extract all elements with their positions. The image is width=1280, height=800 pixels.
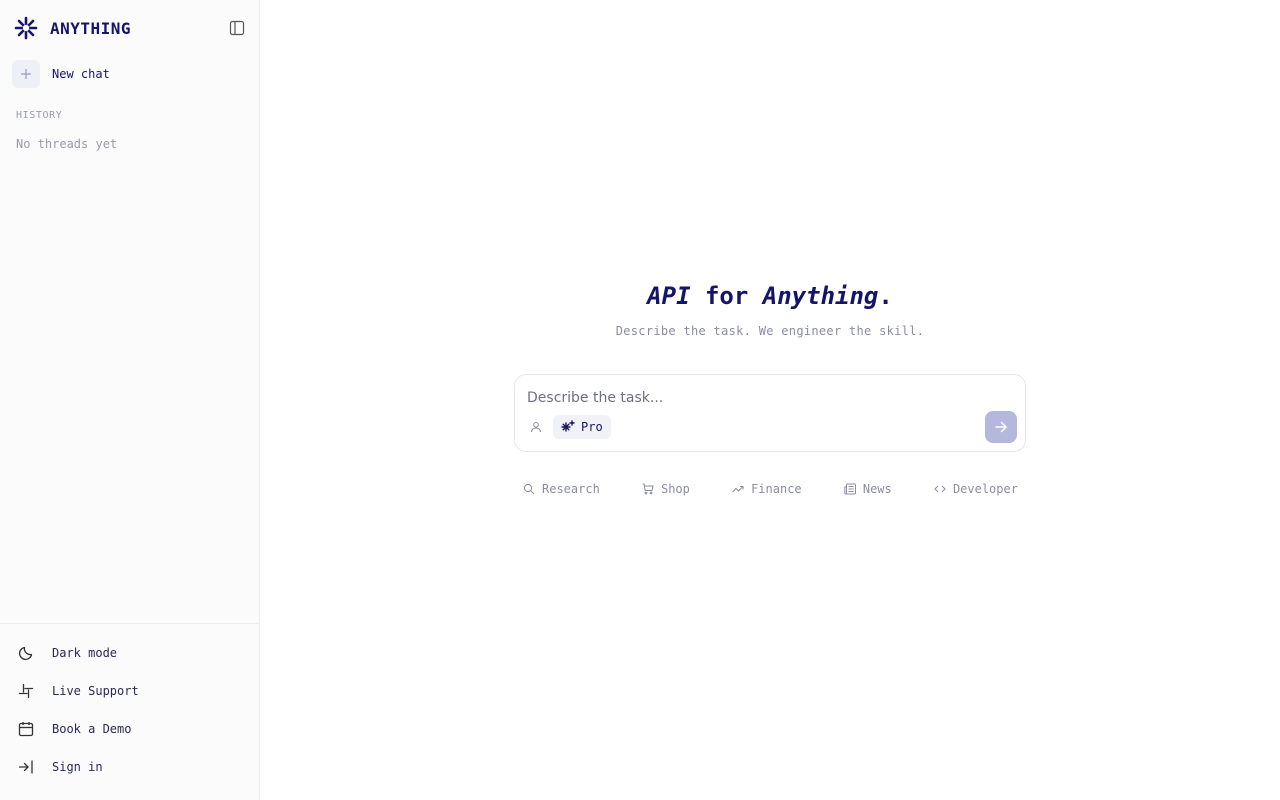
book-demo-label: Book a Demo	[52, 722, 132, 736]
sign-in-button[interactable]: Sign in	[0, 748, 259, 786]
suggestion-label: Developer	[952, 482, 1018, 496]
empty-threads-text: No threads yet	[16, 137, 118, 151]
suggestion-label: Research	[542, 482, 600, 496]
brand-logo-icon[interactable]	[14, 16, 38, 40]
suggestion-shop[interactable]: Shop	[641, 478, 690, 500]
suggestion-chips: Research Shop Finance News Developer	[514, 478, 1026, 500]
brand-header: ANYTHING	[0, 0, 259, 56]
book-demo-button[interactable]: Book a Demo	[0, 710, 259, 748]
newspaper-icon	[843, 482, 857, 496]
live-support-button[interactable]: Live Support	[0, 672, 259, 710]
brand-name: ANYTHING	[50, 18, 132, 38]
hero-subtitle: Describe the task. We engineer the skill…	[615, 324, 925, 338]
sign-in-label: Sign in	[52, 760, 103, 774]
trending-up-icon	[731, 482, 745, 496]
dark-mode-button[interactable]: Dark mode	[0, 634, 259, 672]
sparkles-icon	[561, 420, 575, 434]
sidebar: ANYTHING New chat HISTORY No threads yet	[0, 0, 260, 800]
dark-mode-label: Dark mode	[52, 646, 118, 660]
pro-mode-label: Pro	[581, 420, 603, 434]
hero-title-api: API	[647, 282, 691, 310]
moon-icon	[16, 643, 36, 663]
suggestion-label: Shop	[660, 482, 690, 496]
code-icon	[933, 482, 947, 496]
hero-title-for: for	[690, 282, 763, 310]
cart-icon	[641, 482, 655, 496]
suggestion-label: Finance	[751, 482, 802, 496]
suggestion-news[interactable]: News	[843, 478, 892, 500]
hero-title: API for Anything.	[260, 282, 1280, 310]
live-support-label: Live Support	[52, 684, 139, 698]
sidebar-toggle-icon[interactable]	[227, 18, 247, 38]
hero-title-period: .	[878, 282, 893, 310]
task-input[interactable]	[527, 387, 967, 409]
send-button[interactable]	[985, 411, 1017, 443]
suggestion-label: News	[862, 482, 892, 496]
main-content: API for Anything. Describe the task. We …	[260, 0, 1280, 800]
slack-icon	[16, 681, 36, 701]
composer: Pro	[514, 374, 1026, 452]
pro-mode-chip[interactable]: Pro	[553, 415, 611, 439]
new-chat-button[interactable]: New chat	[12, 60, 247, 88]
suggestion-research[interactable]: Research	[522, 478, 600, 500]
calendar-icon	[16, 719, 36, 739]
history-heading: HISTORY	[16, 110, 63, 121]
search-icon	[522, 482, 536, 496]
user-icon[interactable]	[529, 420, 543, 434]
app-root: ANYTHING New chat HISTORY No threads yet	[0, 0, 1280, 800]
suggestion-finance[interactable]: Finance	[731, 478, 802, 500]
new-chat-label: New chat	[52, 67, 110, 81]
arrow-right-icon	[994, 420, 1008, 434]
sign-in-icon	[16, 757, 36, 777]
sidebar-footer: Dark mode Live Support Book a Demo Sign …	[0, 623, 259, 800]
hero-title-anything: Anything	[762, 282, 879, 310]
plus-icon	[12, 60, 40, 88]
suggestion-developer[interactable]: Developer	[933, 478, 1018, 500]
